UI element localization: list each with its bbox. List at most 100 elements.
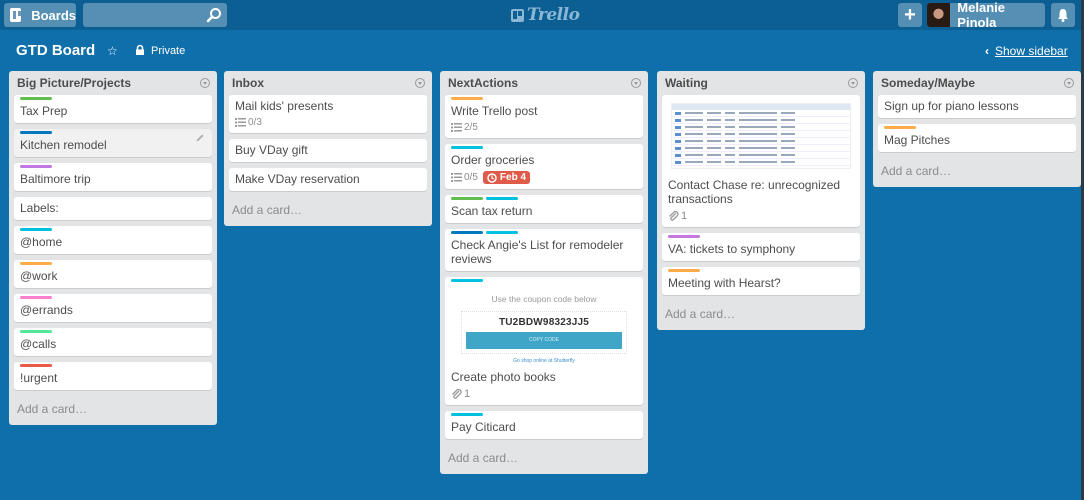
card[interactable]: @calls [14, 328, 212, 356]
show-sidebar-link[interactable]: ‹ Show sidebar [985, 44, 1068, 58]
card[interactable]: Meeting with Hearst? [662, 267, 860, 295]
add-card-link[interactable]: Add a card… [229, 197, 427, 221]
list-menu-icon[interactable] [848, 78, 858, 88]
card[interactable]: Mail kids' presents 0/3 [229, 95, 427, 133]
list-menu-icon[interactable] [415, 78, 425, 88]
list-title[interactable]: Big Picture/Projects [17, 76, 131, 90]
card[interactable]: Scan tax return [445, 195, 643, 223]
attachment-badge: 1 [451, 388, 470, 400]
card-title: Contact Chase re: unrecognized transacti… [668, 178, 841, 206]
card[interactable]: Make VDay reservation [229, 168, 427, 191]
card-labels [451, 146, 637, 149]
statement-row [672, 138, 850, 145]
list-menu-icon[interactable] [200, 78, 210, 88]
checklist-badge: 0/3 [235, 117, 262, 128]
privacy-setting[interactable]: Private [151, 45, 185, 57]
list-title[interactable]: Someday/Maybe [881, 76, 975, 90]
list-title[interactable]: Waiting [665, 76, 708, 90]
card-badges: 0/3 [235, 117, 421, 128]
plus-icon: + [904, 3, 916, 26]
copy-code-button: COPY CODE [466, 332, 622, 349]
card-cover-image [662, 99, 860, 172]
card-title: VA: tickets to symphony [668, 242, 796, 256]
card-title: !urgent [20, 371, 58, 385]
card-title: @home [20, 235, 63, 249]
card-labels [451, 279, 637, 282]
trello-logo[interactable]: Trello [511, 5, 580, 25]
list-nextactions: NextActions Write Trello post 2/5 Order gro… [440, 71, 648, 474]
search-icon[interactable] [206, 7, 222, 23]
add-card-link[interactable]: Add a card… [445, 445, 643, 469]
statement-row [672, 110, 850, 117]
list-menu-icon[interactable] [631, 78, 641, 88]
checklist-icon [235, 118, 246, 127]
card[interactable]: Sign up for piano lessons [878, 95, 1076, 118]
card[interactable]: Buy VDay gift [229, 139, 427, 162]
due-date-badge: Feb 4 [482, 171, 531, 184]
card-label [668, 235, 700, 238]
card-label [451, 97, 483, 100]
card[interactable]: Tax Prep [14, 95, 212, 123]
star-icon[interactable]: ☆ [107, 44, 118, 58]
card-labels [884, 126, 1070, 129]
card-label [20, 228, 52, 231]
card-title: @work [20, 269, 58, 283]
card-labels [451, 97, 637, 100]
checklist-badge: 2/5 [451, 122, 478, 133]
boards-button[interactable]: Boards [4, 3, 76, 27]
statement-row [672, 159, 850, 166]
board-title[interactable]: GTD Board [16, 42, 95, 59]
list-title[interactable]: NextActions [448, 76, 518, 90]
card[interactable]: VA: tickets to symphony [662, 233, 860, 261]
card[interactable]: Write Trello post 2/5 [445, 95, 643, 138]
member-menu-button[interactable]: Melanie Pinola [927, 0, 1045, 30]
bell-icon [1058, 9, 1068, 22]
attachment-count: 1 [464, 388, 471, 400]
card-title: Make VDay reservation [235, 172, 360, 186]
card[interactable]: @errands [14, 294, 212, 322]
list-header: Inbox [229, 71, 427, 95]
list-title[interactable]: Inbox [232, 76, 264, 90]
card-title: Order groceries [451, 153, 535, 167]
checklist-count: 2/5 [464, 122, 478, 133]
coupon-heading: Use the coupon code below [491, 294, 597, 304]
card-title: Meeting with Hearst? [668, 276, 781, 290]
notifications-button[interactable] [1051, 3, 1075, 27]
card-badges: 2/5 [451, 122, 637, 133]
card-label [20, 165, 52, 168]
card[interactable]: @home [14, 226, 212, 254]
list-waiting: Waiting Contact Chase re: unrecognized tr… [657, 71, 865, 330]
lock-icon[interactable] [135, 45, 145, 55]
card[interactable]: Labels: [14, 197, 212, 220]
card-label [20, 131, 52, 134]
clock-icon [487, 172, 497, 183]
avatar [927, 3, 951, 27]
card[interactable]: Order groceries 0/5 Feb 4 [445, 144, 643, 189]
card[interactable]: @work [14, 260, 212, 288]
card[interactable]: Pay Citicard [445, 411, 643, 439]
add-card-link[interactable]: Add a card… [14, 396, 212, 420]
coupon-box: TU2BDW98323JJ5 COPY CODE [461, 311, 627, 354]
boards-label: Boards [31, 7, 76, 23]
card[interactable]: Check Angie's List for remodeler reviews [445, 229, 643, 271]
card-title: Baltimore trip [20, 172, 91, 186]
list-header: Someday/Maybe [878, 71, 1076, 95]
logo-text: Trello [527, 5, 580, 25]
card-label [20, 262, 52, 265]
card-badges: 0/5 Feb 4 [451, 171, 637, 184]
card-badges: 1 [668, 210, 854, 222]
card-title: @errands [20, 303, 73, 317]
add-card-link[interactable]: Add a card… [878, 158, 1076, 182]
card[interactable]: Use the coupon code below TU2BDW98323JJ5 C… [445, 277, 643, 405]
checklist-icon [451, 123, 462, 132]
add-button[interactable]: + [898, 3, 922, 27]
list-menu-icon[interactable] [1064, 78, 1074, 88]
card-labels [20, 262, 206, 265]
add-card-link[interactable]: Add a card… [662, 301, 860, 325]
card-title: Create photo books [451, 370, 556, 384]
card[interactable]: Baltimore trip [14, 163, 212, 191]
card[interactable]: Contact Chase re: unrecognized transacti… [662, 95, 860, 227]
card[interactable]: !urgent [14, 362, 212, 390]
card[interactable]: Kitchen remodel [14, 129, 212, 157]
card[interactable]: Mag Pitches [878, 124, 1076, 152]
